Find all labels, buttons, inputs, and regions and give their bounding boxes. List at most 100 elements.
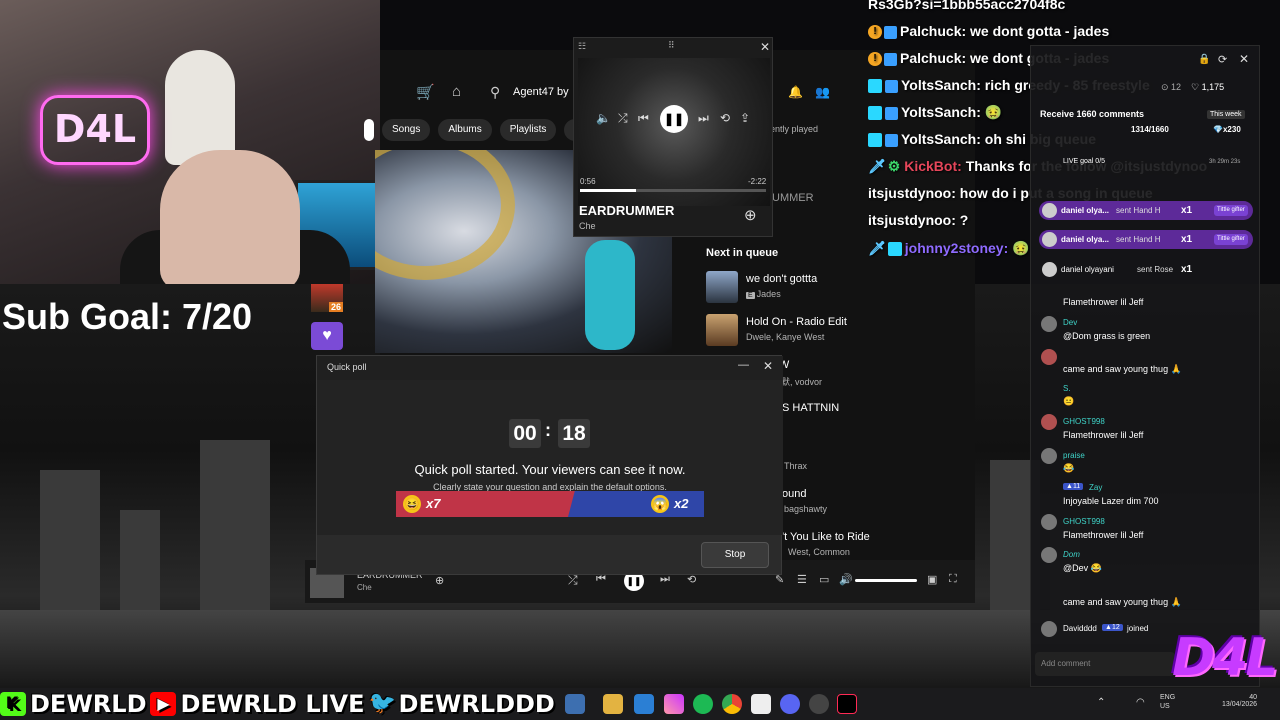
panel-close-icon[interactable]: ✕	[1239, 52, 1249, 66]
mini-player: ☷ ⠿ ✕ 🔈 ⤮ ⏮ ❚❚ ⏭ ⟲ ⇪ 0:56 -2:22 EARDRUMM…	[573, 37, 773, 237]
cart-icon[interactable]: 🛒	[416, 83, 435, 101]
search-icon[interactable]: ⚲	[490, 84, 500, 101]
spotify-icon[interactable]	[693, 694, 713, 714]
neon-sign: D4L	[40, 95, 150, 165]
gift-avatar	[1042, 262, 1057, 277]
queue-item[interactable]: Hold On - Radio Edit Dwele, Kanye West	[706, 314, 971, 348]
stream-scene: D4L Sub Goal: 7/20 26 ♥ 🛒 ⌂ ⚲ Agent47 by…	[0, 0, 1280, 720]
queue-item[interactable]: we don't gottta E Jades	[706, 271, 971, 305]
gift-row: daniel olya... sent Hand H x1 Tittle gif…	[1039, 201, 1253, 220]
grid-badge-icon	[887, 242, 902, 257]
mini-next-icon[interactable]: ⏭	[698, 111, 709, 126]
chat-message: ! Palchuck: we dont gotta - jades	[868, 23, 1109, 40]
comment-avatar	[1041, 621, 1057, 637]
player-artist: Che	[357, 583, 372, 592]
add-comment-input[interactable]: Add comment	[1035, 652, 1175, 676]
poll-result-bar: 😆 x7 😱 x2	[396, 491, 704, 517]
gift-tag: Tittle gifter	[1214, 234, 1248, 245]
gift-text: sent Hand H	[1116, 235, 1161, 244]
stop-poll-button[interactable]: Stop	[701, 542, 769, 568]
folder-icon[interactable]	[603, 694, 623, 714]
cube-badge-icon	[885, 133, 898, 147]
tray-chevron-icon[interactable]: ⌃	[1097, 697, 1105, 708]
mini-pause-button[interactable]: ❚❚	[660, 105, 688, 133]
minimize-icon[interactable]: —	[738, 359, 749, 371]
mini-shuffle-icon[interactable]: ⤮	[618, 111, 628, 126]
chat-text: 🤢	[984, 104, 1003, 120]
mini-close-icon[interactable]: ✕	[760, 40, 770, 54]
mini-share-icon[interactable]: ⇪	[740, 111, 750, 125]
close-icon[interactable]: ✕	[763, 359, 773, 373]
gift-username: daniel olya...	[1061, 206, 1110, 215]
tiktok-live-panel: 🔒 ⟳ ✕ ⊙ 12 ♡ 1,175 Receive 1660 comments…	[1030, 45, 1260, 687]
mini-artist: Che	[579, 221, 596, 231]
timer-colon: :	[545, 420, 551, 440]
gift-row-rose: daniel olyayani sent Rose x1	[1039, 260, 1253, 279]
queue-title: ound	[782, 488, 807, 500]
youtube-icon: ▶	[150, 692, 177, 716]
taskbar-clock[interactable]: 40 13/04/2026	[1222, 694, 1257, 708]
live-goal: LIVE goal 0/5	[1063, 158, 1106, 165]
tab-playlists[interactable]: Playlists	[499, 119, 557, 141]
pc-app-icon[interactable]	[751, 694, 771, 714]
tab-songs[interactable]: Songs	[382, 119, 431, 141]
chat-username: Palchuck:	[900, 23, 967, 39]
tab-selected[interactable]	[364, 119, 374, 141]
obs-icon[interactable]	[809, 694, 829, 714]
cube-badge-icon	[884, 25, 897, 39]
wifi-icon: ◠	[1136, 697, 1145, 708]
poll-option-left: 😆 x7	[396, 491, 576, 517]
chat-username: YoltsSanch:	[901, 131, 981, 147]
volume-icon[interactable]: 🔊	[839, 573, 853, 586]
drag-handle-icon[interactable]: ⠿	[668, 40, 675, 51]
quick-poll-dialog: Quick poll — ✕ 00 : 18 Quick poll starte…	[316, 355, 783, 575]
search-input[interactable]: Agent47 by	[513, 86, 569, 98]
chat-message: Rs3Gb?si=1bbb55acc2704f8c	[868, 0, 1065, 12]
chrome-icon[interactable]	[722, 694, 742, 714]
gift-avatar	[1042, 203, 1057, 218]
poll-headline: Quick poll started. Your viewers can see…	[414, 462, 686, 477]
add-icon[interactable]: ⊕	[435, 574, 444, 587]
taskbar-app-icon[interactable]	[565, 694, 585, 714]
shuffle-icon[interactable]: ⤮	[568, 573, 578, 588]
live-timer: 3h 29m 23s	[1209, 159, 1241, 165]
comment-username: Zay	[1089, 483, 1103, 492]
comment-username: GHOST998	[1063, 517, 1105, 526]
friends-icon[interactable]: 👥	[815, 85, 830, 99]
mini-elapsed: 0:56	[580, 177, 596, 186]
volume-slider[interactable]	[855, 579, 917, 582]
mini-volume-icon[interactable]: 🔈	[596, 111, 611, 125]
poll-right-count: x2	[674, 496, 689, 511]
instagram-icon[interactable]	[664, 694, 684, 714]
lang-label[interactable]: ENG US	[1160, 693, 1175, 711]
tiktok-icon[interactable]	[837, 694, 857, 714]
discord-icon[interactable]	[780, 694, 800, 714]
refresh-icon[interactable]: ⟳	[1218, 53, 1227, 66]
comment-text: Injoyable Lazer dim 700	[1063, 496, 1159, 506]
queue-icon[interactable]: ☰	[797, 573, 807, 586]
mini-settings-icon[interactable]: ☷	[578, 41, 586, 52]
sub-goal-label: Sub Goal: 7/20	[2, 296, 253, 337]
fullscreen-icon[interactable]: ⛶	[949, 573, 957, 586]
side-avatar[interactable]: 26	[311, 284, 343, 312]
chat-message: YoltsSanch: 🤢	[868, 104, 1002, 121]
home-icon[interactable]: ⌂	[452, 83, 461, 100]
queue-title: S HATTNIN	[782, 402, 840, 414]
comment-avatar	[1041, 514, 1057, 530]
comment-username: Davidddd	[1063, 624, 1097, 633]
device-icon[interactable]: ▭	[819, 573, 829, 586]
heart-icon[interactable]: ♥	[311, 322, 343, 350]
mini-add-icon[interactable]: ⊕	[744, 206, 757, 224]
store-icon[interactable]	[634, 694, 654, 714]
tab-albums[interactable]: Albums	[438, 119, 492, 141]
queue-artist: E Jades	[746, 289, 781, 299]
lock-icon[interactable]: 🔒	[1198, 54, 1210, 65]
queue-thumb	[706, 271, 738, 303]
miniplayer-icon[interactable]: ▣	[927, 573, 937, 586]
chat-text: ?	[959, 212, 969, 228]
gift-text: sent Rose	[1137, 265, 1174, 274]
mini-progress-bar[interactable]	[580, 189, 766, 192]
bell-icon[interactable]: 🔔	[788, 85, 803, 99]
mini-repeat-icon[interactable]: ⟲	[720, 111, 730, 125]
mini-previous-icon[interactable]: ⏮	[638, 111, 649, 126]
